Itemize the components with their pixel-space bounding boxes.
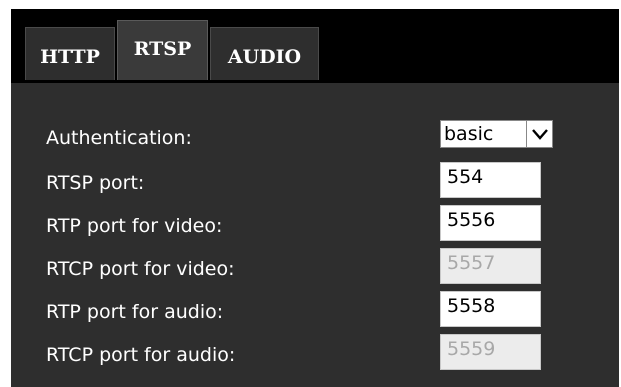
rtcp-audio-port-input: 5559 <box>440 334 541 370</box>
rtcp-video-port-label: RTCP port for video: <box>46 258 235 280</box>
rtp-video-port-input[interactable]: 5556 <box>440 205 541 241</box>
rtcp-video-port-input: 5557 <box>440 248 541 284</box>
rtsp-port-input[interactable]: 554 <box>440 162 541 198</box>
rtsp-settings-panel: Authentication: basic RTSP port: 554 RTP… <box>11 83 619 387</box>
settings-frame: HTTP RTSP AUDIO Authentication: basic RT… <box>11 9 619 387</box>
tab-audio[interactable]: AUDIO <box>210 27 319 80</box>
authentication-select[interactable]: basic <box>440 120 553 148</box>
tab-http[interactable]: HTTP <box>25 27 115 80</box>
rtp-audio-port-input[interactable]: 5558 <box>440 291 541 327</box>
rtp-video-port-label: RTP port for video: <box>46 215 223 237</box>
rtsp-port-label: RTSP port: <box>46 172 145 194</box>
rtp-audio-port-label: RTP port for audio: <box>46 301 224 323</box>
rtcp-audio-port-label: RTCP port for audio: <box>46 344 236 366</box>
authentication-label: Authentication: <box>46 127 192 149</box>
authentication-select-value: basic <box>444 123 494 145</box>
chevron-down-icon[interactable] <box>526 121 552 147</box>
tab-rtsp[interactable]: RTSP <box>117 20 208 80</box>
tab-bar: HTTP RTSP AUDIO <box>11 9 619 83</box>
